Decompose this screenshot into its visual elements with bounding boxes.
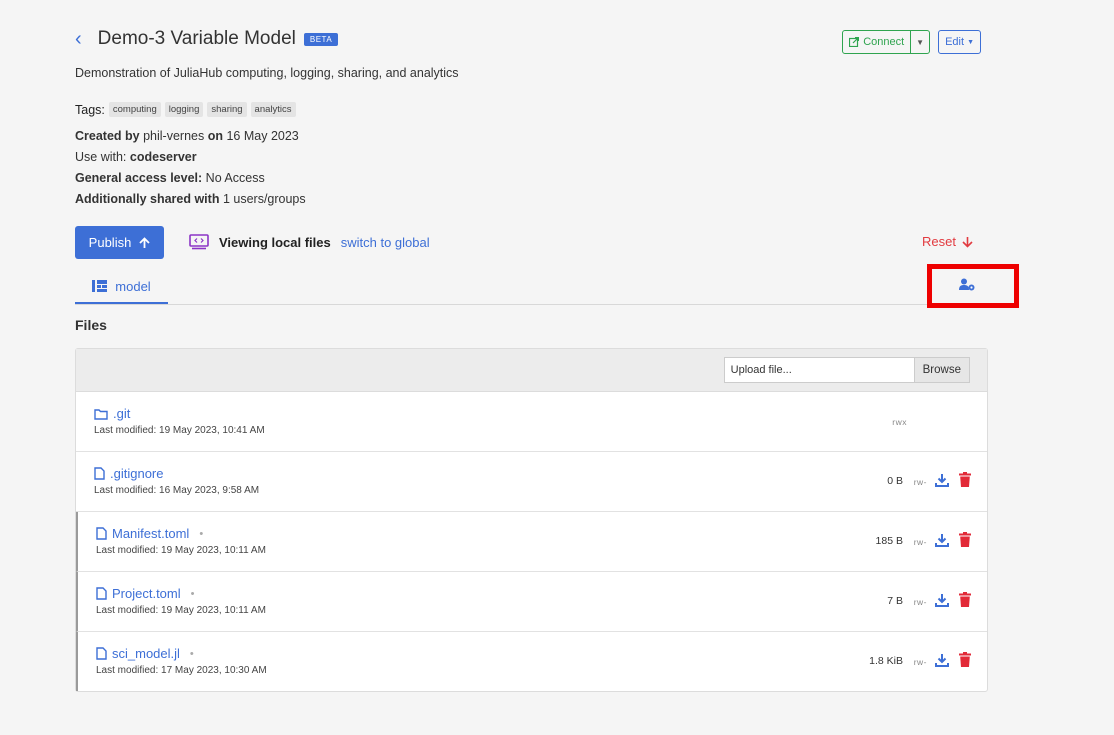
access-level-line: General access level: No Access	[75, 171, 265, 185]
switch-to-global-link[interactable]: switch to global	[341, 235, 430, 250]
file-size: 1.8 KiB	[869, 655, 903, 667]
file-name-link[interactable]: Project.toml •	[96, 586, 195, 601]
tab-model[interactable]: model	[75, 270, 168, 304]
download-icon[interactable]	[935, 473, 949, 487]
connect-dropdown-caret-icon[interactable]: ▼	[910, 31, 929, 53]
trash-icon[interactable]	[959, 652, 971, 667]
file-icon	[96, 527, 107, 540]
viewing-local-label: Viewing local files	[219, 234, 331, 250]
trash-icon[interactable]	[959, 592, 971, 607]
file-size: 7 B	[887, 595, 903, 607]
connect-button-group: Connect ▼	[842, 30, 931, 54]
publish-label: Publish	[88, 235, 132, 250]
upload-file-input[interactable]: Upload file...	[723, 357, 914, 383]
last-modified: Last modified: 19 May 2023, 10:11 AM	[96, 545, 266, 556]
file-row: Project.toml • Last modified: 19 May 202…	[76, 572, 987, 632]
modified-dot: •	[199, 527, 204, 540]
file-row: .gitignore Last modified: 16 May 2023, 9…	[76, 452, 987, 512]
file-row: sci_model.jl • Last modified: 17 May 202…	[76, 632, 987, 691]
external-link-icon	[849, 37, 860, 47]
tab-bar: model	[75, 270, 988, 305]
caret-down-icon: ▼	[967, 38, 974, 46]
tags-label: Tags:	[75, 102, 105, 117]
tree-icon	[92, 280, 108, 292]
tag-chip[interactable]: logging	[164, 102, 204, 117]
file-name-link[interactable]: .git	[94, 406, 130, 421]
trash-icon[interactable]	[959, 532, 971, 547]
download-icon[interactable]	[935, 533, 949, 547]
file-row: Manifest.toml • Last modified: 19 May 20…	[76, 512, 987, 572]
last-modified: Last modified: 16 May 2023, 9:58 AM	[94, 485, 260, 496]
permissions: rw-	[913, 537, 927, 547]
folder-icon	[94, 408, 108, 420]
file-row: .git Last modified: 19 May 2023, 10:41 A…	[76, 392, 987, 452]
last-modified: Last modified: 17 May 2023, 10:30 AM	[96, 665, 267, 676]
upload-control: Upload file... Browse	[723, 357, 970, 383]
tab-model-label: model	[115, 278, 151, 294]
files-table: Upload file... Browse .git Last modified…	[75, 348, 988, 692]
modified-dot: •	[189, 647, 194, 660]
edit-label: Edit	[945, 36, 965, 48]
reset-label: Reset	[922, 234, 956, 249]
arrow-up-icon	[139, 236, 150, 248]
permissions: rwx	[892, 417, 907, 427]
beta-badge: BETA	[303, 32, 339, 46]
code-window-icon	[189, 234, 209, 250]
connect-button[interactable]: Connect	[843, 31, 910, 53]
back-chevron-icon[interactable]: ‹	[75, 29, 82, 49]
modified-dot: •	[190, 587, 195, 600]
file-name-link[interactable]: sci_model.jl •	[96, 646, 194, 661]
permissions: rw-	[913, 477, 927, 487]
title-row: ‹ Demo-3 Variable Model BETA	[75, 28, 339, 50]
tag-chip[interactable]: sharing	[207, 102, 247, 117]
files-toolbar: Upload file... Browse	[76, 349, 987, 392]
file-size: 0 B	[887, 475, 903, 487]
project-description: Demonstration of JuliaHub computing, log…	[75, 66, 459, 80]
file-icon	[94, 467, 105, 480]
last-modified: Last modified: 19 May 2023, 10:41 AM	[94, 425, 265, 436]
file-name-link[interactable]: .gitignore	[94, 466, 163, 481]
connect-label: Connect	[863, 36, 905, 48]
file-name-link[interactable]: Manifest.toml •	[96, 526, 203, 541]
publish-button[interactable]: Publish	[75, 226, 164, 259]
page-title: Demo-3 Variable Model	[97, 28, 296, 49]
permissions: rw-	[913, 597, 927, 607]
shared-with-line: Additionally shared with 1 users/groups	[75, 192, 306, 206]
file-icon	[96, 587, 107, 600]
header-actions: Connect ▼ Edit ▼	[842, 30, 981, 54]
reset-button[interactable]: Reset	[922, 234, 973, 249]
download-icon[interactable]	[935, 653, 949, 667]
files-heading: Files	[75, 317, 107, 333]
permissions: rw-	[913, 657, 927, 667]
arrow-down-icon	[962, 236, 973, 248]
trash-icon[interactable]	[959, 472, 971, 487]
last-modified: Last modified: 19 May 2023, 10:11 AM	[96, 605, 266, 616]
file-size: 185 B	[875, 535, 903, 547]
viewing-files-status: Viewing local files switch to global	[189, 234, 430, 250]
tags-row: Tags: computing logging sharing analytic…	[75, 102, 296, 117]
use-with-line: Use with: codeserver	[75, 150, 197, 164]
tag-chip[interactable]: analytics	[250, 102, 296, 117]
file-icon	[96, 647, 107, 660]
tag-chip[interactable]: computing	[108, 102, 161, 117]
download-icon[interactable]	[935, 593, 949, 607]
browse-button[interactable]: Browse	[913, 357, 970, 383]
edit-button[interactable]: Edit ▼	[938, 30, 981, 54]
created-by-line: Created by phil-vernes on 16 May 2023	[75, 129, 299, 143]
highlight-box	[927, 264, 1019, 308]
